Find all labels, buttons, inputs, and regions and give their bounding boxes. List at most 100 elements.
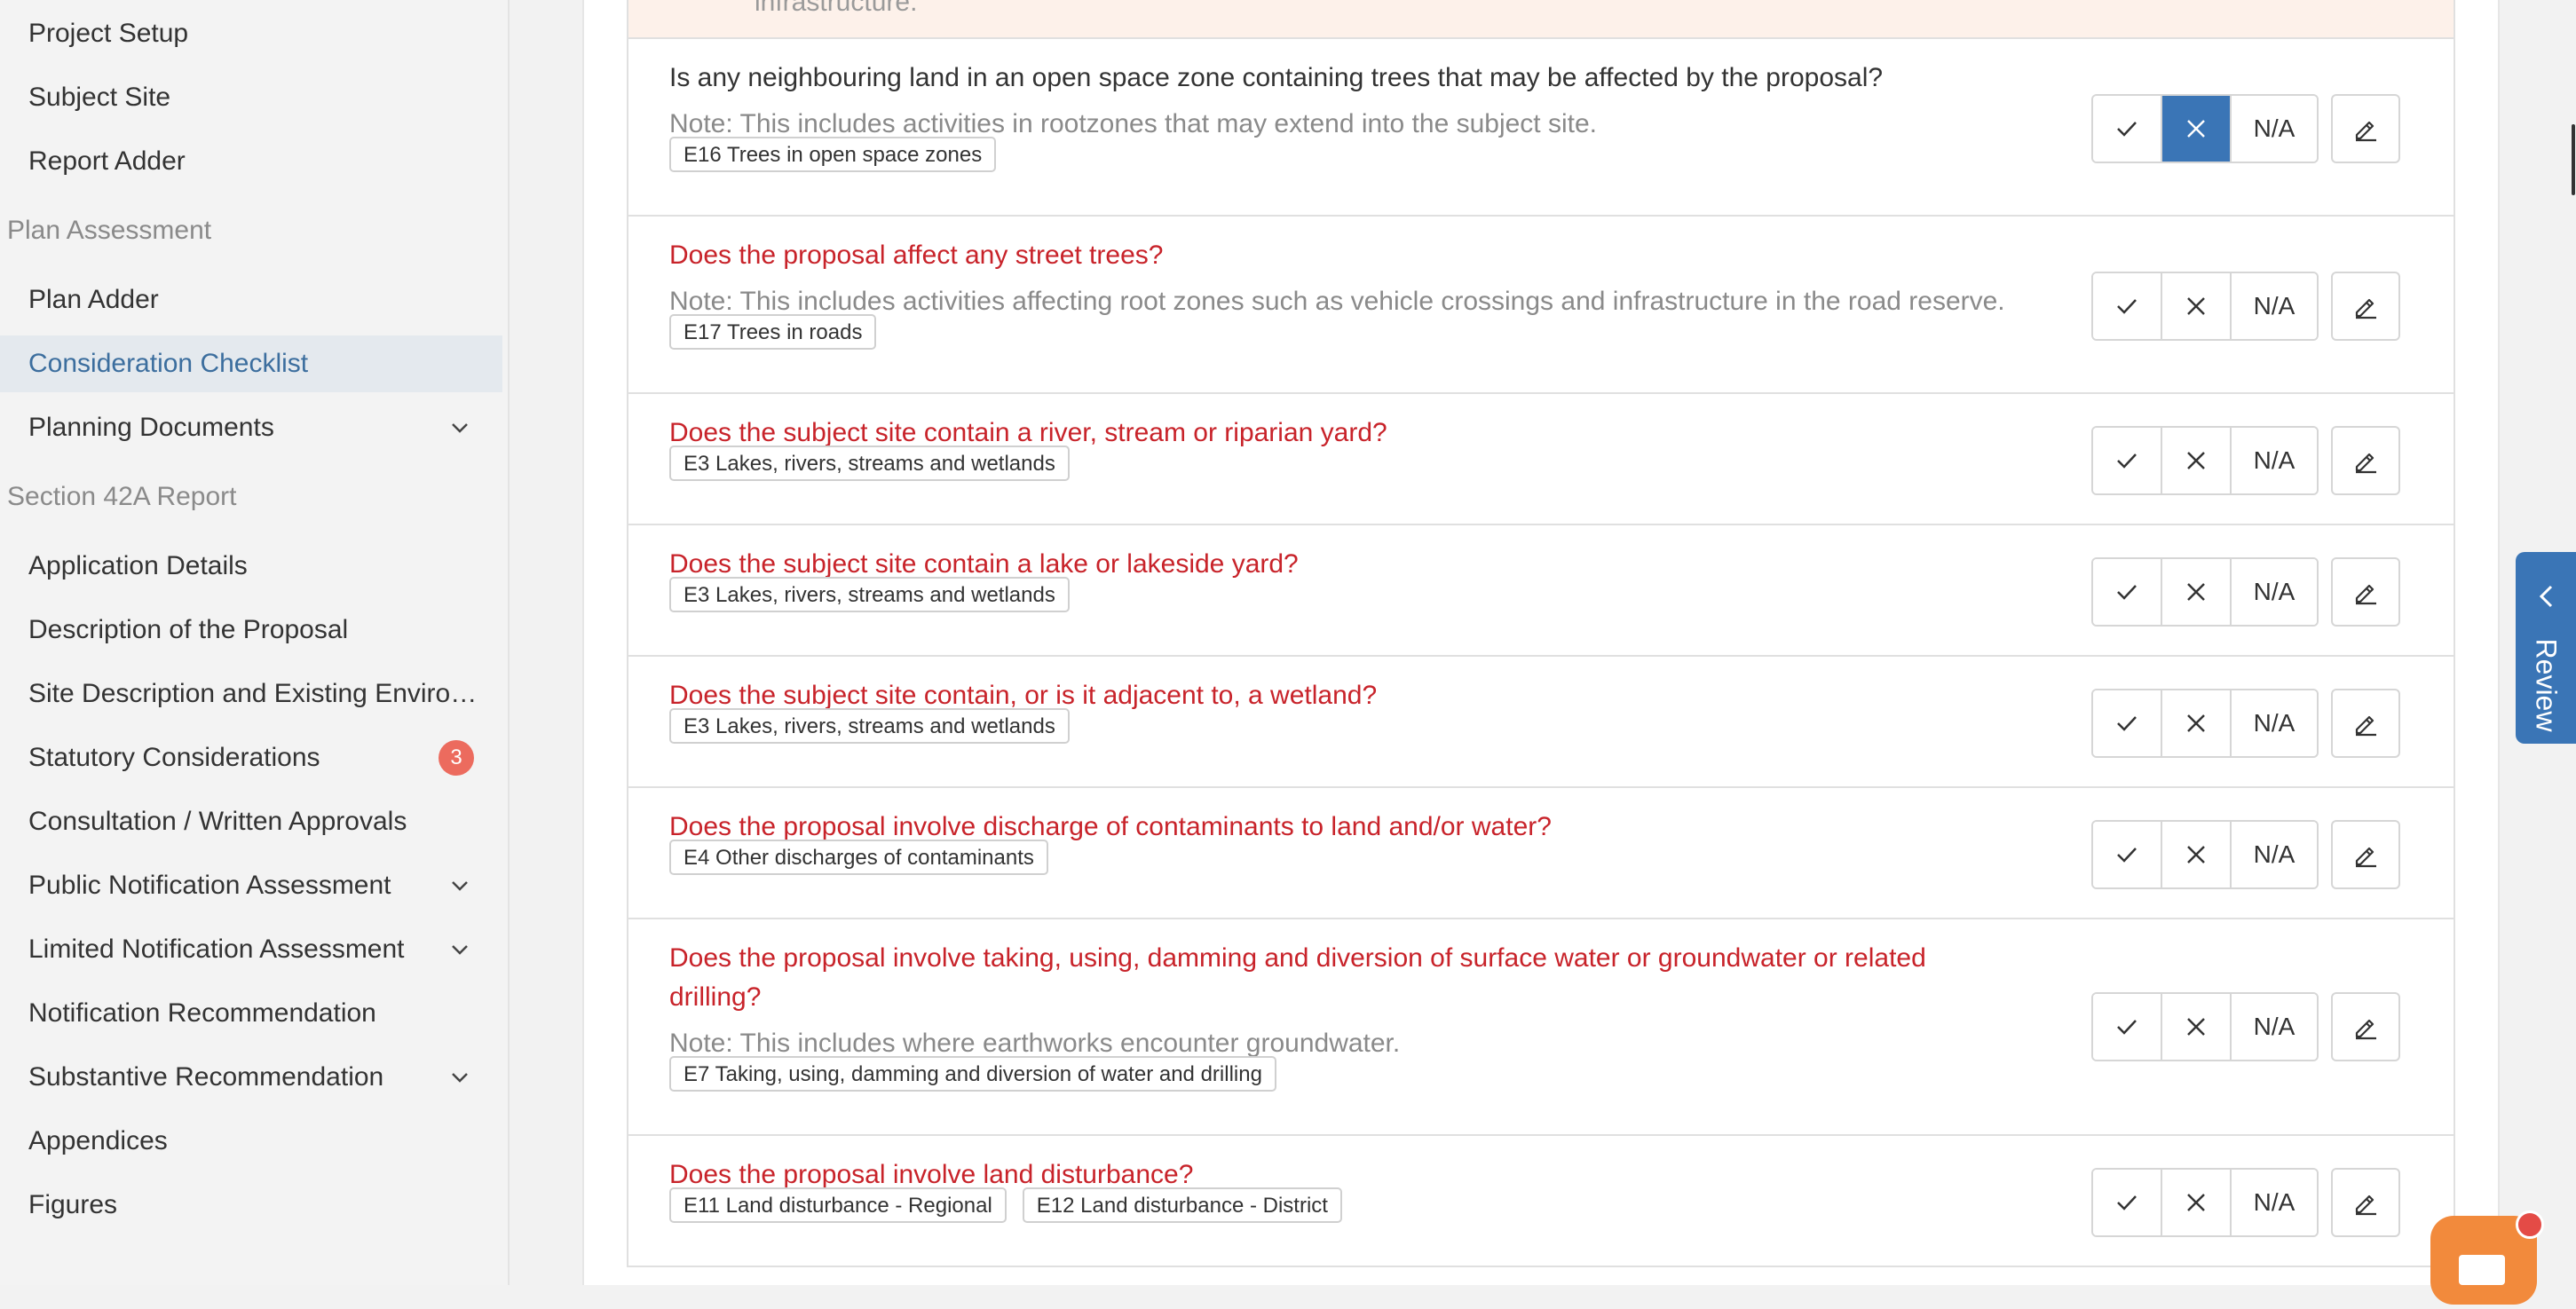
previous-question-row: infrastructure. [627,0,2455,39]
sidebar-item-label: Appendices [28,1126,168,1155]
chevron-down-icon[interactable] [442,410,478,446]
sidebar-item-appendices[interactable]: Appendices [0,1113,502,1170]
answer-na-button[interactable]: N/A [2232,690,2317,756]
review-tab[interactable]: Review [2516,552,2576,744]
answer-toggle-group: N/A [2091,689,2319,758]
sidebar-item-description-of-the-proposal[interactable]: Description of the Proposal [0,602,502,658]
check-icon [2117,453,2137,469]
check-icon [2117,1020,2137,1035]
answer-yes-button[interactable] [2093,428,2162,493]
edit-button[interactable] [2331,1168,2400,1237]
answer-controls: N/A [2091,820,2400,889]
check-icon [2117,122,2137,137]
sidebar: Project Setup Subject Site Report Adder Pla… [0,0,510,1285]
checklist-question-row: Does the proposal involve land disturban… [627,1136,2455,1267]
answer-na-button[interactable]: N/A [2232,96,2317,162]
sidebar-item-project-setup[interactable]: Project Setup [0,5,502,62]
close-icon [2187,714,2205,732]
check-icon [2117,848,2137,863]
answer-yes-button[interactable] [2093,273,2162,339]
rule-tag: E3 Lakes, rivers, streams and wetlands [669,446,1070,481]
sidebar-item-planning-documents[interactable]: Planning Documents [0,399,502,456]
sidebar-item-subject-site[interactable]: Subject Site [0,69,502,126]
rule-tags: E3 Lakes, rivers, streams and wetlands [669,577,1070,612]
rule-tags: E16 Trees in open space zones [669,137,997,172]
edit-button[interactable] [2331,557,2400,627]
sidebar-item-report-adder[interactable]: Report Adder [0,133,502,190]
edit-button[interactable] [2331,820,2400,889]
answer-controls: N/A [2091,689,2400,758]
pencil-icon [2355,453,2376,474]
sidebar-item-figures[interactable]: Figures [0,1177,502,1234]
scrollbar-thumb[interactable] [2572,124,2575,195]
sidebar-item-plan-adder[interactable]: Plan Adder [0,272,502,328]
pencil-icon [2355,715,2376,737]
answer-yes-button[interactable] [2093,690,2162,756]
rule-tag: E17 Trees in roads [669,314,877,350]
pencil-icon [2355,1019,2376,1040]
answer-no-button[interactable] [2162,1170,2232,1235]
answer-yes-button[interactable] [2093,994,2162,1060]
answer-controls: N/A [2091,1168,2400,1237]
question-text-continued: drilling? [669,982,762,1012]
answer-na-button[interactable]: N/A [2232,273,2317,339]
edit-button[interactable] [2331,272,2400,341]
edit-button[interactable] [2331,689,2400,758]
sidebar-item-statutory-considerations[interactable]: Statutory Considerations 3 [0,729,502,786]
answer-controls: N/A [2091,272,2400,341]
sidebar-item-site-description-and-existing-environment[interactable]: Site Description and Existing Environmen… [0,666,502,722]
pencil-icon [2355,298,2376,319]
edit-button[interactable] [2331,426,2400,495]
answer-controls: N/A [2091,94,2400,163]
answer-no-button[interactable] [2162,559,2232,625]
rule-tags: E4 Other discharges of contaminants [669,840,1048,875]
rule-tags: E3 Lakes, rivers, streams and wetlands [669,446,1070,481]
answer-na-button[interactable]: N/A [2232,822,2317,887]
answer-na-button[interactable]: N/A [2232,994,2317,1060]
sidebar-item-consultation-written-approvals[interactable]: Consultation / Written Approvals [0,793,502,850]
edit-button[interactable] [2331,94,2400,163]
sidebar-item-label: Section 42A Report [7,482,237,511]
sidebar-item-label: Statutory Considerations [28,743,320,772]
previous-question-note: infrastructure. [755,0,918,17]
answer-no-button[interactable] [2162,428,2232,493]
answer-toggle-group: N/A [2091,426,2319,495]
check-icon [2117,585,2137,600]
sidebar-item-label: Plan Adder [28,285,159,314]
rule-tags: E7 Taking, using, damming and diversion … [669,1056,1276,1092]
chevron-down-icon[interactable] [442,932,478,967]
sidebar-item-label: Subject Site [28,83,171,112]
answer-toggle-group: N/A [2091,94,2319,163]
sidebar-item-label: Application Details [28,551,248,580]
answer-na-button[interactable]: N/A [2232,428,2317,493]
close-icon [2187,1194,2205,1211]
answer-no-button[interactable] [2162,273,2232,339]
checklist-question-row: Does the proposal involve discharge of c… [627,788,2455,919]
sidebar-item-consideration-checklist[interactable]: Consideration Checklist [0,335,502,392]
sidebar-item-label: Substantive Recommendation [28,1062,384,1092]
answer-yes-button[interactable] [2093,96,2162,162]
sidebar-section-section-42a-report: Section 42A Report [0,469,502,525]
answer-no-button[interactable] [2162,994,2232,1060]
answer-no-button[interactable] [2162,822,2232,887]
sidebar-item-label: Site Description and Existing Environmen… [28,679,502,708]
rule-tags: E17 Trees in roads [669,314,877,350]
sidebar-item-label: Planning Documents [28,413,274,442]
answer-yes-button[interactable] [2093,559,2162,625]
answer-no-button[interactable] [2162,690,2232,756]
edit-button[interactable] [2331,992,2400,1061]
answer-no-button[interactable] [2162,96,2232,162]
rule-tags: E3 Lakes, rivers, streams and wetlands [669,708,1070,744]
answer-yes-button[interactable] [2093,1170,2162,1235]
sidebar-item-application-details[interactable]: Application Details [0,538,502,595]
sidebar-item-notification-recommendation[interactable]: Notification Recommendation [0,985,502,1042]
sidebar-item-substantive-recommendation[interactable]: Substantive Recommendation [0,1049,502,1106]
answer-yes-button[interactable] [2093,822,2162,887]
answer-na-button[interactable]: N/A [2232,1170,2317,1235]
chevron-down-icon[interactable] [442,1060,478,1095]
chevron-down-icon[interactable] [442,868,478,903]
question-text: Is any neighbouring land in an open spac… [669,63,1884,92]
sidebar-item-public-notification-assessment[interactable]: Public Notification Assessment [0,857,502,914]
answer-na-button[interactable]: N/A [2232,559,2317,625]
sidebar-item-limited-notification-assessment[interactable]: Limited Notification Assessment [0,921,502,978]
